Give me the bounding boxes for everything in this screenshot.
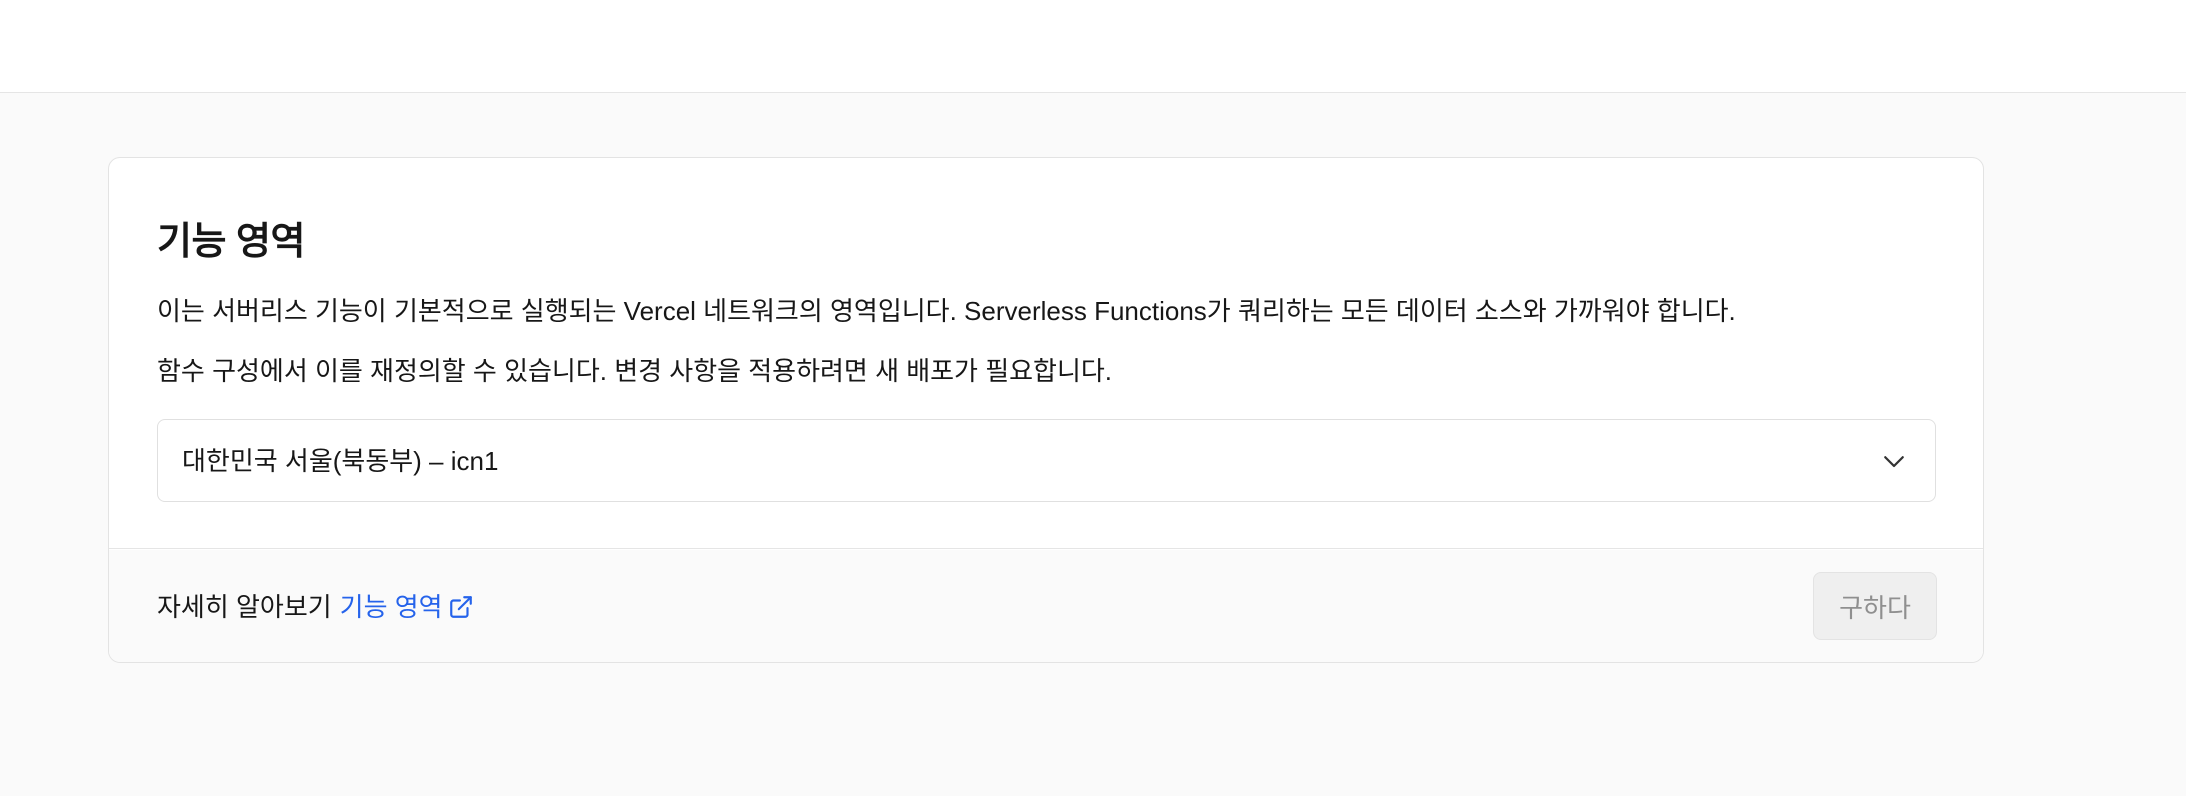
learn-more-prefix: 자세히 알아보기	[157, 592, 332, 622]
card-body: 기능 영역 이는 서버리스 기능이 기본적으로 실행되는 Vercel 네트워크…	[109, 158, 1983, 549]
chevron-down-icon	[1884, 456, 1904, 468]
save-button[interactable]: 구하다	[1813, 572, 1937, 640]
function-region-doc-link[interactable]: 기능 영역	[340, 590, 474, 624]
card-footer: 자세히 알아보기 기능 영역 구하다	[109, 550, 1983, 662]
card-title: 기능 영역	[157, 221, 305, 263]
learn-more: 자세히 알아보기 기능 영역	[157, 590, 474, 624]
region-select-value: 대한민국 서울(북동부) – icn1	[182, 446, 499, 476]
region-select[interactable]: 대한민국 서울(북동부) – icn1	[157, 419, 1936, 502]
function-region-card: 기능 영역 이는 서버리스 기능이 기본적으로 실행되는 Vercel 네트워크…	[108, 157, 1984, 663]
learn-more-link-label: 기능 영역	[339, 592, 443, 622]
card-description-primary: 이는 서버리스 기능이 기본적으로 실행되는 Vercel 네트워크의 영역입니…	[157, 296, 1736, 326]
top-header-bar	[0, 0, 2186, 93]
card-description-secondary: 함수 구성에서 이를 재정의할 수 있습니다. 변경 사항을 적용하려면 새 배…	[157, 356, 1113, 386]
external-link-icon	[449, 596, 472, 618]
